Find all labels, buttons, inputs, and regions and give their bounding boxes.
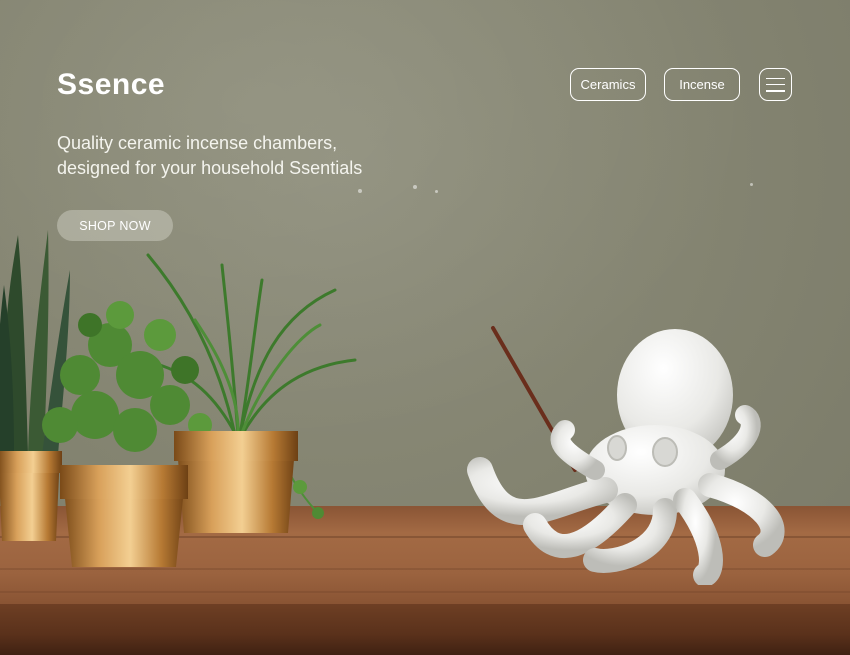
- hero-tagline: Quality ceramic incense chambers, design…: [57, 131, 397, 181]
- nav-incense-button[interactable]: Incense: [664, 68, 740, 101]
- octopus-incense-holder-image: [467, 326, 785, 585]
- hero-scene: Ssence Quality ceramic incense chambers,…: [0, 0, 850, 655]
- smoke-particle: [750, 183, 753, 186]
- smoke-particle: [358, 189, 362, 193]
- brand-logo[interactable]: Ssence: [57, 68, 165, 102]
- menu-button[interactable]: [759, 68, 792, 101]
- table-edge: [0, 604, 850, 655]
- hamburger-menu-icon: [766, 77, 785, 92]
- potted-plants-image: [0, 230, 357, 567]
- tagline-line-1: Quality ceramic incense chambers,: [57, 133, 338, 153]
- tagline-line-2: designed for your household Ssentials: [57, 158, 363, 178]
- smoke-particle: [435, 190, 438, 193]
- shop-now-button[interactable]: SHOP NOW: [57, 210, 173, 241]
- smoke-particle: [413, 185, 417, 189]
- nav-ceramics-button[interactable]: Ceramics: [570, 68, 646, 101]
